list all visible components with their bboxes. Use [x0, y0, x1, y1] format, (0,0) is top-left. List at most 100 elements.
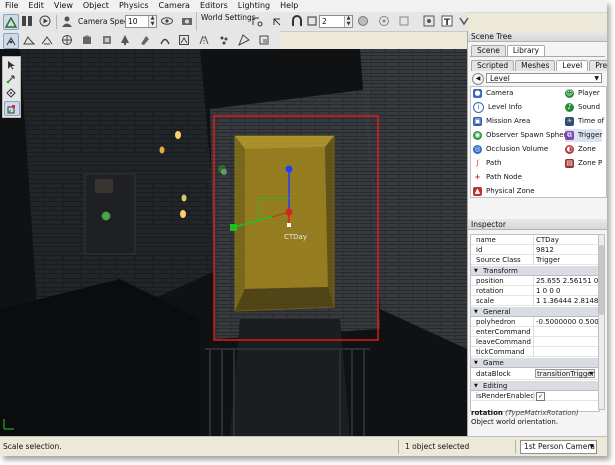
decal-editor-icon[interactable] — [177, 33, 191, 47]
library-item-physical-zone[interactable]: ▲ Physical Zone — [473, 185, 535, 197]
library-item-camera[interactable]: ● Camera — [473, 87, 513, 100]
gizmo-center[interactable] — [287, 223, 291, 227]
tab-library[interactable]: Library — [506, 45, 546, 56]
group-transform[interactable]: ▼ Transform — [471, 266, 599, 276]
terrain-painter-icon[interactable] — [40, 33, 54, 47]
camera-icon[interactable] — [180, 14, 194, 28]
snap-grid-icon[interactable] — [250, 14, 264, 28]
group-editing[interactable]: ▼ Editing — [471, 381, 599, 391]
camera-speed-spinbox[interactable]: 10 ▲ ▼ — [125, 15, 157, 28]
group-game[interactable]: ▼ Game — [471, 358, 599, 368]
navmesh-editor-icon[interactable] — [237, 33, 251, 47]
inspector-row-polyhedron[interactable]: polyhedron -0.5000000 0.5000 — [471, 317, 599, 327]
convex-editor-icon[interactable] — [257, 33, 271, 47]
collapse-triangle-icon[interactable]: ▼ — [474, 266, 478, 276]
world-editor-icon[interactable] — [3, 14, 19, 30]
sketch-tool-icon[interactable] — [80, 33, 94, 47]
library-item-occlusion-volume[interactable]: ◎ Occlusion Volume — [473, 143, 548, 156]
datablock-dropdown[interactable]: transitionTrigger ▼ — [535, 369, 595, 378]
library-item-path[interactable]: ∫ Path — [473, 157, 502, 170]
particle-editor-icon[interactable] — [217, 33, 231, 47]
snap-rotate-icon[interactable] — [270, 14, 284, 28]
forest-editor-icon[interactable] — [118, 33, 132, 47]
inspector-row-scale[interactable]: scale 1 1.36444 2.8148 — [471, 296, 599, 306]
rotate-tool-icon[interactable] — [4, 86, 18, 99]
library-item-zone[interactable]: ◐ Zone — [565, 143, 596, 156]
eye-icon[interactable] — [160, 14, 174, 28]
inspector-row-position[interactable]: position 25.655 2.56151 0.7 — [471, 276, 599, 286]
render-enabled-checkbox[interactable]: ✓ — [536, 392, 545, 401]
spin-arrows-icon[interactable]: ▲ ▼ — [344, 15, 352, 27]
y-axis-handle[interactable] — [230, 224, 237, 231]
z-axis-handle[interactable] — [285, 165, 293, 173]
snap-size-spinbox[interactable]: 2 ▲ ▼ — [319, 15, 353, 28]
object-editor-icon[interactable] — [3, 33, 19, 49]
menu-object[interactable]: Object — [78, 0, 114, 12]
gui-editor-icon[interactable] — [20, 14, 34, 28]
chevron-down-icon[interactable]: ▼ — [594, 74, 599, 84]
inspector-row-datablock[interactable]: dataBlock transitionTrigger ▼ — [471, 369, 599, 380]
chevron-down-icon[interactable]: ▼ — [589, 441, 594, 453]
library-item-zone-portal[interactable]: ▤ Zone P — [565, 157, 602, 170]
menu-physics[interactable]: Physics — [114, 0, 154, 12]
3d-viewport[interactable]: CTDay — [0, 49, 467, 436]
inspector-row-is-render-enabled[interactable]: isRenderEnabled ✓ — [471, 391, 599, 401]
library-item-sound[interactable]: ♪ Sound — [565, 101, 600, 114]
terrain-editor-icon[interactable] — [22, 33, 36, 47]
play-icon[interactable] — [38, 14, 52, 28]
menu-view[interactable]: View — [49, 0, 78, 12]
menu-edit[interactable]: Edit — [23, 0, 49, 12]
scale-tool-icon[interactable] — [4, 101, 20, 116]
mesh-road-icon[interactable] — [138, 33, 152, 47]
scrollbar-thumb[interactable] — [599, 245, 604, 315]
text-icon[interactable]: T — [440, 14, 454, 28]
library-item-trigger[interactable]: ⧉ Trigger — [565, 129, 603, 142]
chevron-down-icon[interactable]: ▼ — [589, 370, 593, 379]
level-dropdown[interactable]: Level ▼ — [486, 73, 602, 83]
scale-field[interactable]: 1 1.36444 2.8148 — [533, 296, 598, 306]
leave-command-field[interactable] — [533, 337, 598, 347]
library-item-mission-area[interactable]: ▣ Mission Area — [473, 115, 530, 128]
enter-command-field[interactable] — [533, 327, 598, 337]
menu-file[interactable]: File — [0, 0, 23, 12]
tab-level[interactable]: Level — [556, 60, 589, 71]
inspector-scrollbar[interactable] — [598, 234, 605, 410]
menu-camera[interactable]: Camera — [154, 0, 195, 12]
road-editor-icon[interactable] — [197, 33, 211, 47]
library-item-observer-spawn-sphere[interactable]: ◉ Observer Spawn Sphere — [473, 129, 571, 142]
move-tool-icon[interactable] — [4, 72, 18, 85]
tab-scripted[interactable]: Scripted — [471, 60, 515, 71]
scene-render[interactable]: CTDay — [0, 49, 467, 436]
library-item-player[interactable]: ☺ Player — [565, 87, 600, 100]
select-arrow-icon[interactable] — [4, 58, 18, 71]
bounds-icon[interactable] — [356, 14, 370, 28]
datablock-editor-icon[interactable] — [100, 33, 114, 47]
inspector-row-name[interactable]: name CTDay — [471, 235, 599, 245]
material-editor-icon[interactable] — [60, 33, 74, 47]
back-arrow-icon[interactable]: ◀ — [472, 73, 484, 85]
inspector-row-rotation[interactable]: rotation 1 0 0 0 — [471, 286, 599, 296]
spin-arrows-icon[interactable]: ▲ ▼ — [148, 15, 156, 27]
river-editor-icon[interactable] — [158, 33, 172, 47]
pivot-icon[interactable] — [377, 14, 391, 28]
tab-prefabs[interactable]: Prefabs — [589, 60, 607, 71]
inspector-row-tick-command[interactable]: tickCommand — [471, 347, 599, 357]
inspector-row-leave-command[interactable]: leaveCommand — [471, 337, 599, 347]
collapse-triangle-icon[interactable]: ▼ — [474, 307, 478, 317]
group-general[interactable]: ▼ General — [471, 307, 599, 317]
collapse-triangle-icon[interactable]: ▼ — [474, 381, 478, 391]
tab-scene[interactable]: Scene — [471, 45, 506, 56]
menu-editors[interactable]: Editors — [195, 0, 233, 12]
fullscreen-icon[interactable] — [457, 14, 471, 28]
object-center-icon[interactable] — [397, 14, 411, 28]
magnet-icon[interactable] — [290, 14, 304, 28]
position-field[interactable]: 25.655 2.56151 0.7 — [533, 276, 598, 286]
library-item-level-info[interactable]: i Level Info — [473, 101, 522, 114]
camera-mode-dropdown[interactable]: 1st Person Camera ▼ — [520, 440, 597, 454]
name-field[interactable]: CTDay — [533, 235, 598, 245]
rotation-field[interactable]: 1 0 0 0 — [533, 286, 598, 296]
polyhedron-field[interactable]: -0.5000000 0.5000 — [533, 317, 598, 327]
menu-lighting[interactable]: Lighting — [233, 0, 275, 12]
menu-help[interactable]: Help — [275, 0, 303, 12]
library-item-time-of-day[interactable]: ☀ Time of — [565, 115, 604, 128]
